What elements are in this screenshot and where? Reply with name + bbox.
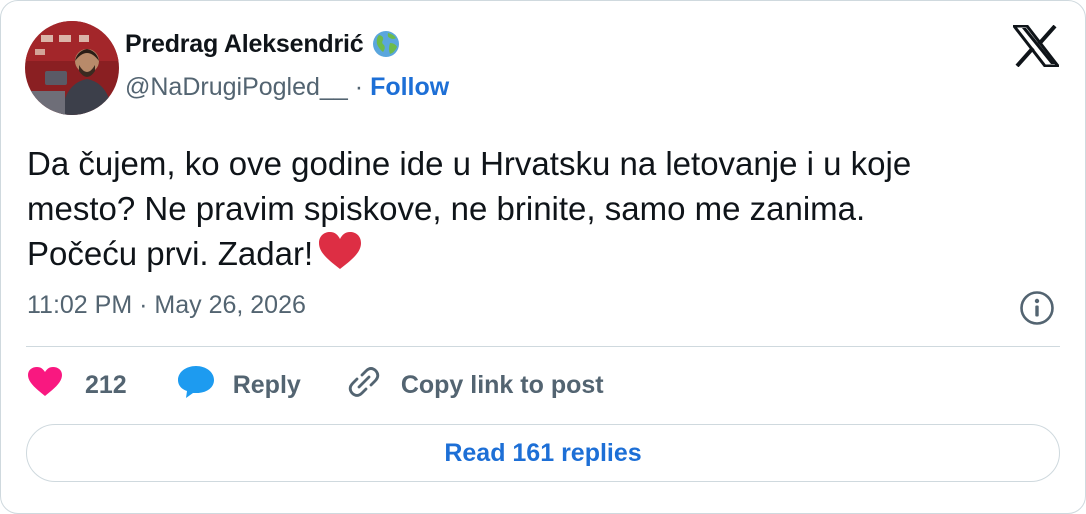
separator-dot: · bbox=[354, 73, 364, 101]
author-name[interactable]: Predrag Aleksendrić bbox=[125, 30, 364, 59]
follow-button[interactable]: Follow bbox=[370, 73, 449, 102]
action-bar: 212 Reply Copy link to post bbox=[27, 363, 604, 407]
tweet-line: Da čujem, ko ove godine ide u Hrvatsku n… bbox=[27, 145, 912, 182]
reply-button[interactable]: Reply bbox=[177, 365, 301, 406]
divider bbox=[26, 346, 1060, 347]
separator-dot: · bbox=[139, 291, 148, 319]
tweet-text: Da čujem, ko ove godine ide u Hrvatsku n… bbox=[27, 141, 1057, 276]
x-logo-icon[interactable] bbox=[1010, 24, 1062, 68]
reply-label: Reply bbox=[232, 370, 301, 399]
info-icon[interactable] bbox=[1019, 290, 1055, 326]
globe-icon bbox=[371, 29, 401, 59]
avatar[interactable] bbox=[25, 21, 119, 115]
author-handle[interactable]: @NaDrugiPogled__ bbox=[125, 73, 348, 102]
tweet-date: May 26, 2026 bbox=[154, 291, 306, 319]
tweet-time: 11:02 PM bbox=[27, 291, 133, 319]
speech-bubble-icon bbox=[177, 365, 215, 406]
like-count: 212 bbox=[85, 370, 127, 399]
red-heart-icon bbox=[317, 231, 363, 271]
timestamp[interactable]: 11:02 PM · May 26, 2026 bbox=[27, 291, 306, 320]
tweet-line: mesto? Ne pravim spiskove, ne brinite, s… bbox=[27, 190, 866, 227]
copy-link-button[interactable]: Copy link to post bbox=[345, 363, 604, 408]
tweet-card: Predrag Aleksendrić @NaDrugiPogled__ · F… bbox=[0, 0, 1086, 514]
tweet-line-last: Počeću prvi. Zadar! bbox=[27, 231, 1057, 276]
tweet-line-text: Počeću prvi. Zadar! bbox=[27, 235, 314, 272]
link-icon bbox=[345, 363, 383, 408]
copy-link-label: Copy link to post bbox=[400, 370, 604, 399]
read-replies-button[interactable]: Read 161 replies bbox=[26, 424, 1060, 482]
like-button[interactable]: 212 bbox=[27, 366, 127, 405]
heart-icon bbox=[27, 366, 63, 405]
